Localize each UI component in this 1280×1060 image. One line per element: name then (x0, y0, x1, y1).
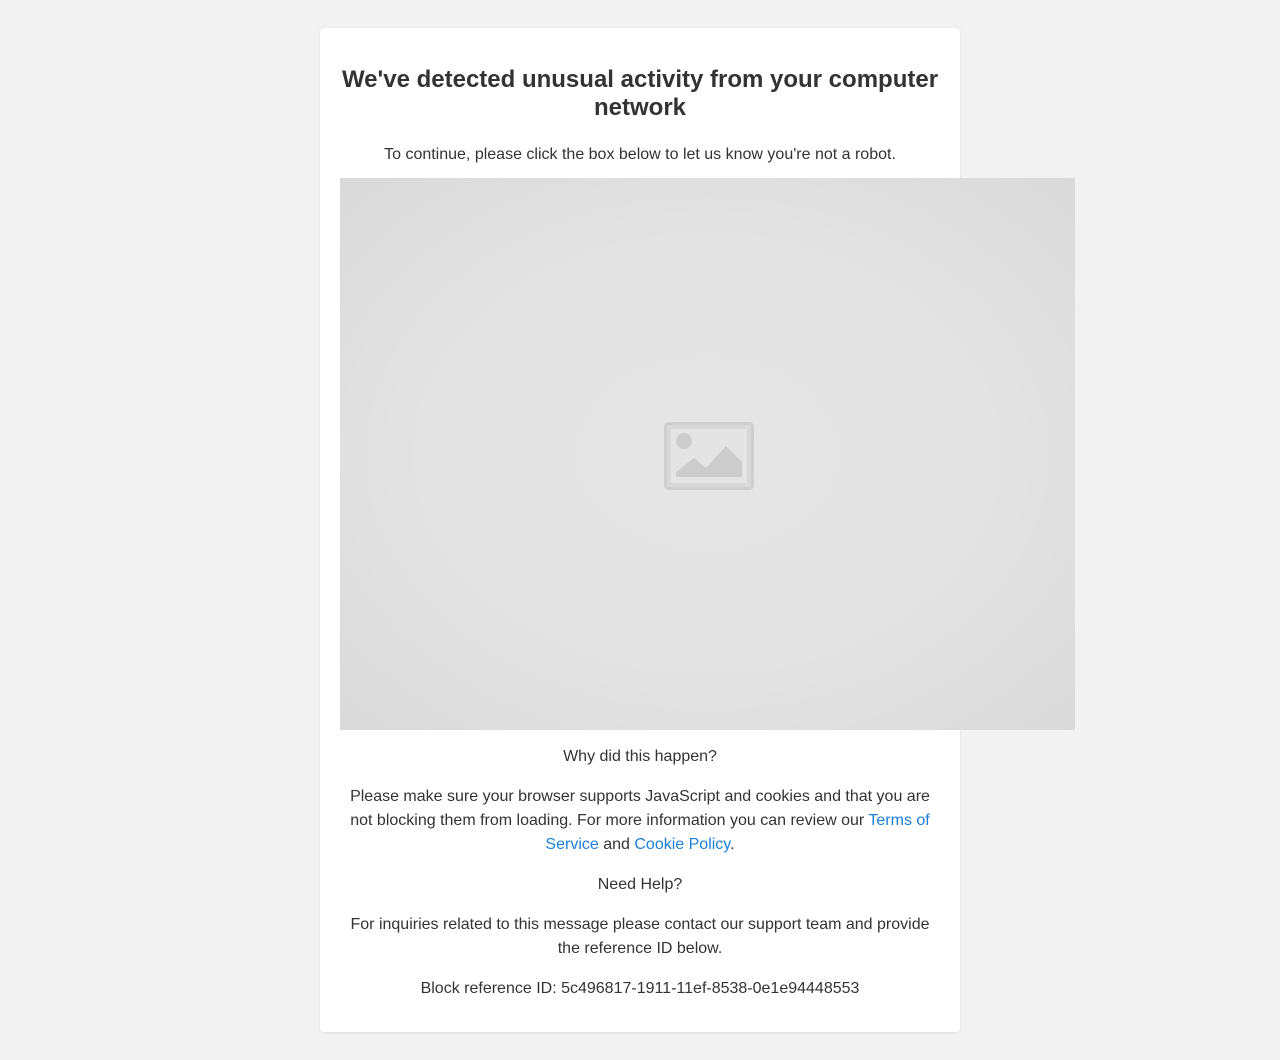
instruction-text: To continue, please click the box below … (384, 146, 896, 163)
why-explanation-text: Please make sure your browser supports J… (350, 788, 930, 829)
image-placeholder-icon (664, 422, 754, 490)
need-help-heading: Need Help? (597, 876, 683, 893)
captcha-box[interactable] (340, 178, 1075, 730)
period-text: . (730, 836, 735, 853)
inquiry-text: For inquiries related to this message pl… (350, 916, 930, 957)
cookie-policy-link[interactable]: Cookie Policy (634, 836, 730, 853)
why-heading: Why did this happen? (563, 748, 717, 765)
why-explanation: Please make sure your browser supports J… (350, 785, 930, 857)
block-reference-id: 5c496817-1911-11ef-8538-0e1e94448553 (561, 980, 860, 997)
and-text: and (598, 836, 635, 853)
page-title: We've detected unusual activity from you… (341, 66, 939, 121)
block-reference-label: Block reference ID: (420, 980, 562, 997)
block-reference: Block reference ID: 5c496817-1911-11ef-8… (350, 977, 930, 1001)
